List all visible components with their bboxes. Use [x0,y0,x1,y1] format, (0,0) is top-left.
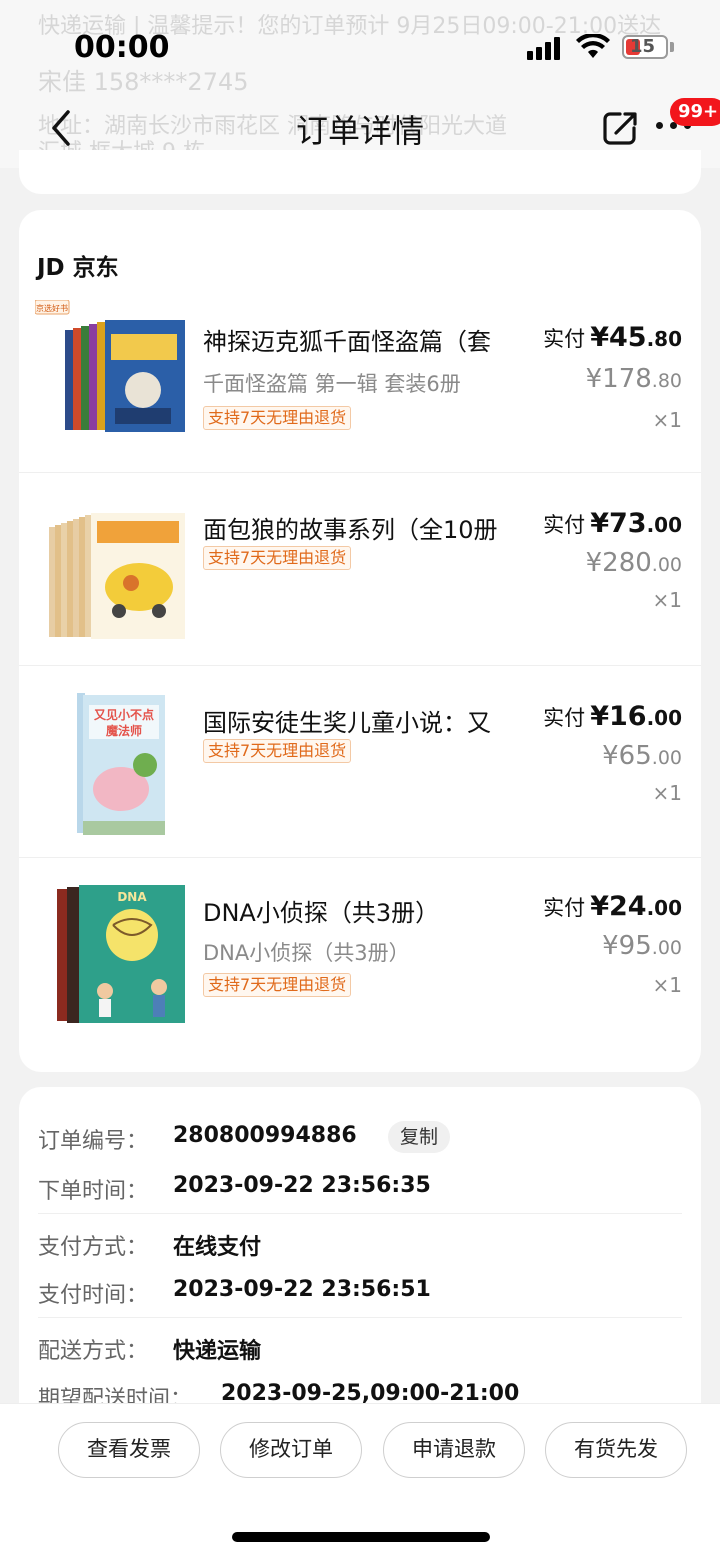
modify-order-button[interactable]: 修改订单 [220,1422,362,1478]
return-policy-tag: 支持7天无理由退货 [203,739,352,763]
message-badge: 99+ [670,98,720,126]
thumb-badge-text: 京选好书 [36,303,68,313]
quantity: ×1 [652,588,682,612]
order-time-row: 下单时间： 2023-09-22 23:56:35 [38,1167,682,1217]
shop-name[interactable]: JD 京东 [37,248,119,282]
product-title[interactable]: 国际安徒生奖儿童小说：又 [203,703,533,738]
paid-price: 实付 ¥45.80 [543,322,682,353]
product-spec: 千面怪盗篇 第一辑 套装6册 [203,372,461,396]
paid-price-int: ¥24 [590,891,647,922]
bottom-action-bar: 查看发票 修改订单 申请退款 有货先发 [0,1403,720,1558]
order-number: 280800994886 [173,1123,357,1148]
orig-price-int: ¥178 [585,364,652,394]
orig-price-dec: .80 [651,370,682,392]
order-info-card: 订单编号： 280800994886 复制 下单时间： 2023-09-22 2… [19,1087,701,1447]
ghost-recipient: 宋佳 158****2745 [38,68,249,96]
paid-price: 实付 ¥16.00 [543,701,682,732]
divider [19,665,701,666]
product-image[interactable]: 又见小不点 魔法师 [35,693,185,843]
paid-label: 实付 [543,706,586,730]
payment-method: 在线支付 [173,1235,262,1260]
request-refund-button[interactable]: 申请退款 [383,1422,525,1478]
status-time: 00:00 [74,30,170,65]
payment-method-row: 支付方式： 在线支付 [38,1223,682,1273]
original-price: ¥65.00 [602,741,682,771]
paid-label: 实付 [543,513,586,537]
view-invoice-button[interactable]: 查看发票 [58,1422,200,1478]
share-icon[interactable] [600,108,640,148]
original-price: ¥95.00 [602,931,682,961]
paid-price-dec: .00 [646,896,682,920]
original-price: ¥178.80 [586,364,682,394]
delivery-method-label: 配送方式： [38,1339,149,1364]
payment-method-label: 支付方式： [38,1235,149,1260]
orig-price-int: ¥280 [585,548,652,578]
payment-time-label: 支付时间： [38,1283,149,1308]
order-number-label: 订单编号： [38,1129,149,1154]
svg-text:又见小不点: 又见小不点 [93,707,154,722]
orig-price-dec: .00 [651,937,682,959]
original-price: ¥280.00 [586,548,682,578]
product-title[interactable]: 神探迈克狐千面怪盗篇（套 [203,322,533,357]
product-image[interactable]: 京选好书 [35,300,185,450]
product-image[interactable]: DNA [35,883,185,1033]
paid-label: 实付 [543,896,586,920]
divider [19,857,701,858]
payment-time: 2023-09-22 23:56:51 [173,1277,431,1302]
paid-price-int: ¥73 [590,508,647,539]
divider [19,472,701,473]
home-indicator[interactable] [232,1532,490,1542]
quantity: ×1 [652,781,682,805]
product-title[interactable]: 面包狼的故事系列（全10册 [203,510,533,545]
orig-price-int: ¥95 [602,931,652,961]
order-time: 2023-09-22 23:56:35 [173,1173,431,1198]
order-number-row: 订单编号： 280800994886 复制 [38,1117,682,1167]
delivery-method: 快递运输 [173,1339,262,1364]
ship-available-first-button[interactable]: 有货先发 [545,1422,687,1478]
product-spec: DNA小侦探（共3册） [203,941,410,965]
products-card: JD 京东 京选好书 神探迈克狐千面怪盗篇（套 千面怪盗篇 第一辑 套装6册 支… [19,210,701,1072]
product-item[interactable]: 面包狼的故事系列（全10册 支持7天无理由退货 实付 ¥73.00 ¥280.0… [19,472,701,665]
product-item[interactable]: 又见小不点 魔法师 国际安徒生奖儿童小说：又 支持7天无理由退货 实付 ¥16.… [19,665,701,858]
product-image[interactable] [35,507,185,657]
order-time-label: 下单时间： [38,1179,149,1204]
header: 快递运输 | 温馨提示！您的订单预计 9月25日09:00-21:00送达 宋佳… [0,0,720,168]
divider [38,1213,682,1214]
paid-price-int: ¥45 [590,322,647,353]
paid-price-dec: .80 [646,327,682,351]
return-policy-tag: 支持7天无理由退货 [203,973,352,997]
delivery-method-row: 配送方式： 快递运输 [38,1327,682,1377]
divider [38,1317,682,1318]
orig-price-int: ¥65 [602,741,652,771]
battery-cap [670,42,674,52]
orig-price-dec: .00 [651,554,682,576]
address-card-bottom [19,150,701,194]
return-policy-tag: 支持7天无理由退货 [203,546,352,570]
svg-text:魔法师: 魔法师 [106,723,142,738]
product-item[interactable]: DNA DNA小侦探（共3册） DNA小侦探（共3册） 支持7天无理由退货 实付… [19,857,701,1050]
quantity: ×1 [652,408,682,432]
paid-label: 实付 [543,327,586,351]
product-title[interactable]: DNA小侦探（共3册） [203,893,533,928]
svg-text:DNA: DNA [117,890,147,904]
product-item[interactable]: 京选好书 神探迈克狐千面怪盗篇（套 千面怪盗篇 第一辑 套装6册 支持7天无理由… [19,300,701,493]
orig-price-dec: .00 [651,747,682,769]
payment-time-row: 支付时间： 2023-09-22 23:56:51 [38,1271,682,1321]
battery-icon: 15 [622,35,668,59]
paid-price-dec: .00 [646,513,682,537]
signal-icon [527,36,563,60]
paid-price: 实付 ¥24.00 [543,891,682,922]
return-policy-tag: 支持7天无理由退货 [203,406,352,430]
paid-price: 实付 ¥73.00 [543,508,682,539]
wifi-icon [576,34,610,58]
paid-price-int: ¥16 [590,701,647,732]
paid-price-dec: .00 [646,706,682,730]
quantity: ×1 [652,973,682,997]
copy-button[interactable]: 复制 [388,1121,451,1153]
battery-level: 15 [630,36,656,57]
